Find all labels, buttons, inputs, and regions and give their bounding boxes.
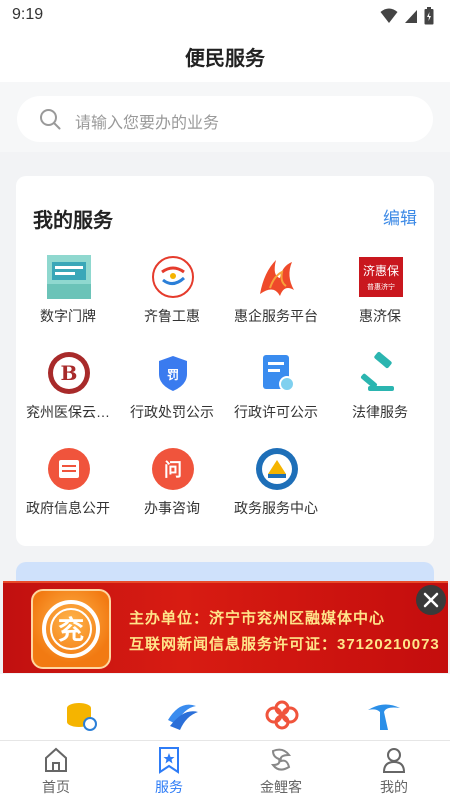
- service-label: 法律服务: [352, 404, 408, 420]
- service-penalty[interactable]: 罚 行政处罚公示: [120, 350, 224, 440]
- search-area: 请输入您要办的业务: [0, 82, 450, 152]
- banner-license-text: 互联网新闻信息服务许可证：37120210073: [129, 636, 440, 653]
- digital-doorplate-icon: [47, 255, 91, 299]
- banner-host-text: 主办单位：济宁市兖州区融媒体中心: [129, 610, 386, 627]
- service-label: 行政处罚公示: [130, 404, 214, 420]
- service-license[interactable]: 行政许可公示: [224, 350, 328, 440]
- status-icons: [380, 7, 434, 25]
- tab-jinlike[interactable]: 金鲤客: [241, 745, 321, 797]
- gavel-icon: [360, 351, 394, 391]
- yanzhou-medical-icon: B: [48, 352, 90, 394]
- huiqi-platform-icon: [260, 260, 294, 296]
- china-mobile-icon[interactable]: [164, 698, 200, 732]
- wifi-icon: [380, 8, 398, 23]
- service-huijibao[interactable]: 济惠保 普惠济宁 惠济保: [328, 254, 432, 344]
- svg-text:问: 问: [164, 460, 182, 481]
- china-unicom-icon[interactable]: [262, 700, 302, 730]
- service-label: 惠企服务平台: [234, 308, 318, 324]
- service-label: 政务服务中心: [234, 500, 318, 516]
- service-label: 数字门牌: [40, 308, 96, 324]
- edit-link[interactable]: 编辑: [383, 204, 417, 229]
- tab-home[interactable]: 首页: [16, 745, 96, 797]
- close-icon: [423, 592, 439, 608]
- huijibao-icon: 济惠保 普惠济宁: [359, 257, 403, 297]
- service-label: 行政许可公示: [234, 404, 318, 420]
- svg-text:济惠保: 济惠保: [363, 263, 399, 278]
- service-gov-info[interactable]: 政府信息公开: [16, 446, 120, 536]
- svg-text:B: B: [61, 361, 78, 385]
- tab-label: 服务: [155, 779, 183, 795]
- signal-icon: [405, 10, 417, 23]
- penalty-shield-icon: 罚: [159, 356, 187, 391]
- close-button[interactable]: [416, 585, 446, 615]
- service-legal[interactable]: 法律服务: [328, 350, 432, 440]
- tab-label: 金鲤客: [260, 779, 302, 795]
- service-label: 齐鲁工惠: [144, 308, 200, 324]
- tab-mine[interactable]: 我的: [354, 745, 434, 797]
- china-telecom-icon[interactable]: [366, 698, 402, 732]
- logo-text: 兖: [58, 615, 84, 646]
- search-input[interactable]: 请输入您要办的业务: [17, 96, 433, 142]
- lower-shortcuts: [0, 696, 450, 736]
- gov-info-icon: [48, 448, 90, 490]
- home-icon: [45, 747, 67, 772]
- service-qilu-gonghui[interactable]: 齐鲁工惠: [120, 254, 224, 344]
- user-icon: [382, 748, 406, 773]
- header: 便民服务: [0, 32, 450, 82]
- tab-label: 我的: [380, 779, 408, 795]
- svg-text:罚: 罚: [167, 368, 179, 382]
- my-services-title: 我的服务: [33, 210, 113, 232]
- battery-icon: [424, 7, 434, 25]
- service-digital-doorplate[interactable]: 数字门牌: [16, 254, 120, 344]
- qilu-gonghui-icon: [152, 256, 194, 298]
- tab-service[interactable]: 服务: [129, 745, 209, 797]
- service-label: 惠济保: [359, 308, 401, 324]
- service-label: 政府信息公开: [26, 500, 110, 516]
- bottom-tab-bar: 首页 服务 金鲤客 我的: [0, 740, 450, 800]
- page-title: 便民服务: [185, 48, 265, 70]
- consult-icon: 问: [152, 448, 194, 490]
- service-label: 兖州医保云…: [26, 404, 110, 420]
- status-bar: 9:19: [0, 0, 450, 32]
- service-yanzhou-medical[interactable]: B 兖州医保云…: [16, 350, 120, 440]
- my-services-card: 我的服务 编辑 数字门牌 齐鲁工惠 惠企服务平台 济惠保 普惠济宁 惠济保 B …: [16, 176, 434, 546]
- svg-text:普惠济宁: 普惠济宁: [367, 282, 395, 291]
- service-consult[interactable]: 问 办事咨询: [120, 446, 224, 536]
- service-icon: [159, 747, 179, 774]
- service-label: 办事咨询: [144, 500, 200, 516]
- status-time: 9:19: [12, 6, 44, 23]
- database-icon[interactable]: [64, 700, 98, 732]
- rongmeiti-logo: 兖: [31, 589, 111, 669]
- license-document-icon: [263, 355, 295, 392]
- tab-label: 首页: [42, 779, 70, 795]
- promo-banner[interactable]: 兖 主办单位：济宁市兖州区融媒体中心 互联网新闻信息服务许可证：37120210…: [3, 581, 448, 673]
- gov-center-emblem-icon: [256, 448, 298, 490]
- search-placeholder: 请输入您要办的业务: [75, 115, 220, 132]
- jinlike-icon: [270, 748, 292, 771]
- service-huiqi-platform[interactable]: 惠企服务平台: [224, 254, 328, 344]
- search-icon: [40, 109, 61, 130]
- service-gov-center[interactable]: 政务服务中心: [224, 446, 328, 536]
